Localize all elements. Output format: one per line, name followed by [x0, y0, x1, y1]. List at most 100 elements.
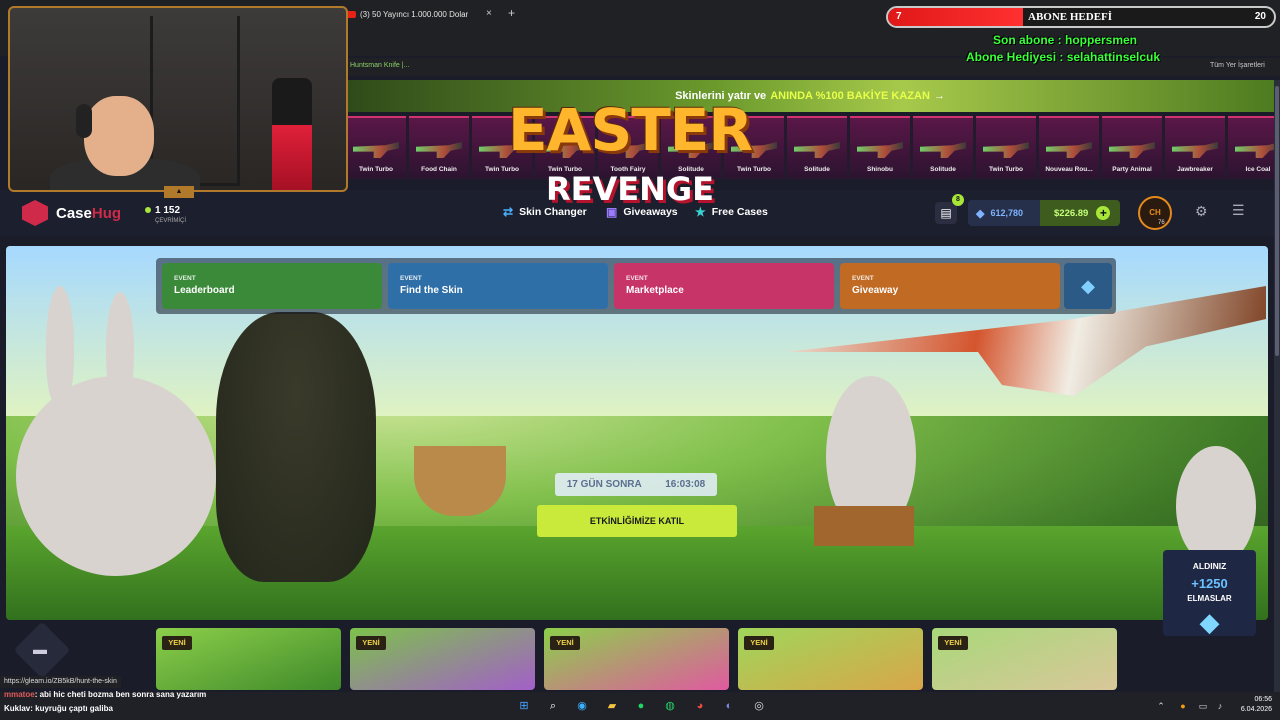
promo-highlight: ANINDA %100 BAKİYE KAZAN [770, 90, 930, 102]
goal-label: ABONE HEDEFİ [1028, 11, 1113, 23]
search-icon[interactable]: ⌕ [544, 697, 562, 715]
status-bar-url: https://gleam.io/ZB5kB/hunt-the-skin [0, 676, 121, 688]
event-card-giveaway[interactable]: EVENT Giveaway [840, 263, 1060, 309]
headset-icon [76, 104, 92, 138]
whatsapp-icon[interactable]: ◍ [661, 697, 679, 715]
new-tab-button[interactable]: + [508, 6, 515, 20]
drop-skin-name: Solitude [804, 166, 830, 173]
diamond-reward-popup[interactable]: ALDINIZ +1250 ELMASLAR ◆ [1163, 550, 1256, 637]
case-card[interactable]: YENİ [156, 628, 341, 690]
wallet-balance[interactable]: $226.89 + [1040, 200, 1120, 226]
rewards-gift-button[interactable]: ▤ [935, 202, 957, 224]
skin-weapon-icon [1046, 142, 1092, 158]
event-card-leaderboard[interactable]: EVENT Leaderboard [162, 263, 382, 309]
drop-item[interactable]: Ice Coal [1228, 116, 1274, 178]
drop-skin-name: Ice Coal [1245, 166, 1271, 173]
case-card[interactable]: YENİ [932, 628, 1117, 690]
network-icon[interactable]: ▭ [1194, 697, 1212, 715]
hamburger-menu-icon[interactable]: ☰ [1232, 202, 1245, 219]
diamond-icon: ◆ [1199, 607, 1220, 637]
crate-illustration [814, 506, 914, 546]
case-card[interactable]: YENİ [350, 628, 535, 690]
system-clock[interactable]: 06:56 6.04.2026 [1232, 695, 1272, 715]
clock-date: 6.04.2026 [1240, 706, 1272, 713]
event-tag: EVENT [626, 275, 648, 282]
volume-icon[interactable]: ♪ [1211, 697, 1229, 715]
scrollbar-thumb[interactable] [1275, 86, 1279, 356]
case-card[interactable]: YENİ [738, 628, 923, 690]
balance-amount: $226.89 [1054, 207, 1089, 219]
event-name: Marketplace [626, 285, 684, 296]
chevron-up-icon[interactable]: ⌃ [1152, 697, 1170, 715]
chat-user: Kuklav [4, 704, 31, 713]
webcam-logo-icon: ▲ [164, 186, 194, 198]
skin-weapon-icon [794, 142, 840, 158]
tab-close-icon[interactable]: × [486, 8, 492, 19]
skin-weapon-icon [1172, 142, 1218, 158]
event-name: Giveaway [852, 285, 899, 296]
goal-progress-fill [888, 8, 1024, 26]
drop-skin-name: Jawbreaker [1177, 166, 1213, 173]
skin-weapon-icon [1109, 142, 1155, 158]
casehug-logo[interactable]: CaseHug [22, 200, 121, 226]
chat-message: Kuklav: kuyruğu çaptı galiba [0, 702, 520, 716]
skin-weapon-icon [983, 142, 1029, 158]
obs-icon[interactable]: ◎ [750, 697, 768, 715]
new-badge: YENİ [356, 636, 386, 650]
event-name: Find the Skin [400, 285, 463, 296]
diamond-amount: 612,780 [990, 208, 1024, 218]
diamond-balance[interactable]: ◆ 612,780 [968, 200, 1040, 226]
discord-icon[interactable]: ◐ [720, 697, 738, 715]
add-funds-plus-icon[interactable]: + [1096, 206, 1111, 220]
goal-current: 7 [896, 11, 902, 22]
event-tag: EVENT [174, 275, 196, 282]
drop-skin-name: Twin Turbo [358, 166, 394, 173]
drop-item[interactable]: Food Chain [409, 116, 469, 178]
event-card-marketplace[interactable]: EVENT Marketplace [614, 263, 834, 309]
bunny-left-illustration [16, 376, 216, 576]
reward-line3: ELMASLAR [1187, 594, 1232, 603]
online-count-value: 1 152 [155, 205, 181, 216]
browser-tab[interactable]: (3) 50 Yayıncı 1.000.000 Dolar [346, 4, 496, 24]
drop-item[interactable]: Twin Turbo [976, 116, 1036, 178]
bookmark-huntsman-knife[interactable]: Huntsman Knife |... [350, 62, 409, 69]
case-card[interactable]: YENİ [544, 628, 729, 690]
spotify-icon[interactable]: ● [632, 697, 650, 715]
drop-item[interactable]: Jawbreaker [1165, 116, 1225, 178]
event-tag: EVENT [852, 275, 874, 282]
drop-skin-name: Shinobu [867, 166, 893, 173]
drop-item[interactable]: Shinobu [850, 116, 910, 178]
bookmark-all[interactable]: Tüm Yer İşaretleri [1210, 62, 1265, 69]
edge-browser-icon[interactable]: ◉ [573, 697, 591, 715]
diamond-shop-icon[interactable]: ◆ [1064, 263, 1112, 309]
subscriber-goal-bar: 7 ABONE HEDEFİ 20 [886, 6, 1276, 28]
drop-item[interactable]: Nouveau Rou... [1039, 116, 1099, 178]
join-event-button[interactable]: ETKİNLİĞİMİZE KATIL [537, 505, 737, 537]
chrome-icon[interactable]: ◕ [691, 697, 709, 715]
drop-item[interactable]: Twin Turbo [346, 116, 406, 178]
event-countdown: 17 GÜN SONRA 16:03:08 [555, 473, 717, 496]
skin-weapon-icon [1235, 142, 1274, 158]
gear-icon[interactable]: ⚙ [1195, 203, 1208, 220]
tab-title: (3) 50 Yayıncı 1.000.000 Dolar [360, 9, 469, 19]
user-avatar[interactable]: CH [1138, 196, 1172, 230]
event-subtitle: REVENGE [545, 170, 715, 208]
microphone-illustration [272, 78, 312, 190]
gift-subscriber-text: Abone Hediyesi : selahattinselcuk [966, 50, 1161, 64]
file-explorer-icon[interactable]: ▰ [603, 697, 621, 715]
reward-amount: +1250 [1191, 576, 1228, 591]
new-badge: YENİ [162, 636, 192, 650]
microphone-icon[interactable]: ● [1174, 697, 1192, 715]
drop-skin-name: Food Chain [421, 166, 457, 173]
drop-item[interactable]: Solitude [787, 116, 847, 178]
chat-user: mmatoe [4, 690, 35, 699]
drop-item[interactable]: Solitude [913, 116, 973, 178]
skin-weapon-icon [857, 142, 903, 158]
swap-icon: ⇄ [503, 205, 514, 219]
drop-item[interactable]: Party Animal [1102, 116, 1162, 178]
chat-text: : kuyruğu çaptı galiba [30, 704, 113, 713]
gasmask-soldier-illustration [216, 312, 376, 582]
event-card-find-the-skin[interactable]: EVENT Find the Skin [388, 263, 608, 309]
event-title: EASTER [507, 96, 753, 164]
shield-diamond-icon: ◆ [976, 207, 985, 220]
